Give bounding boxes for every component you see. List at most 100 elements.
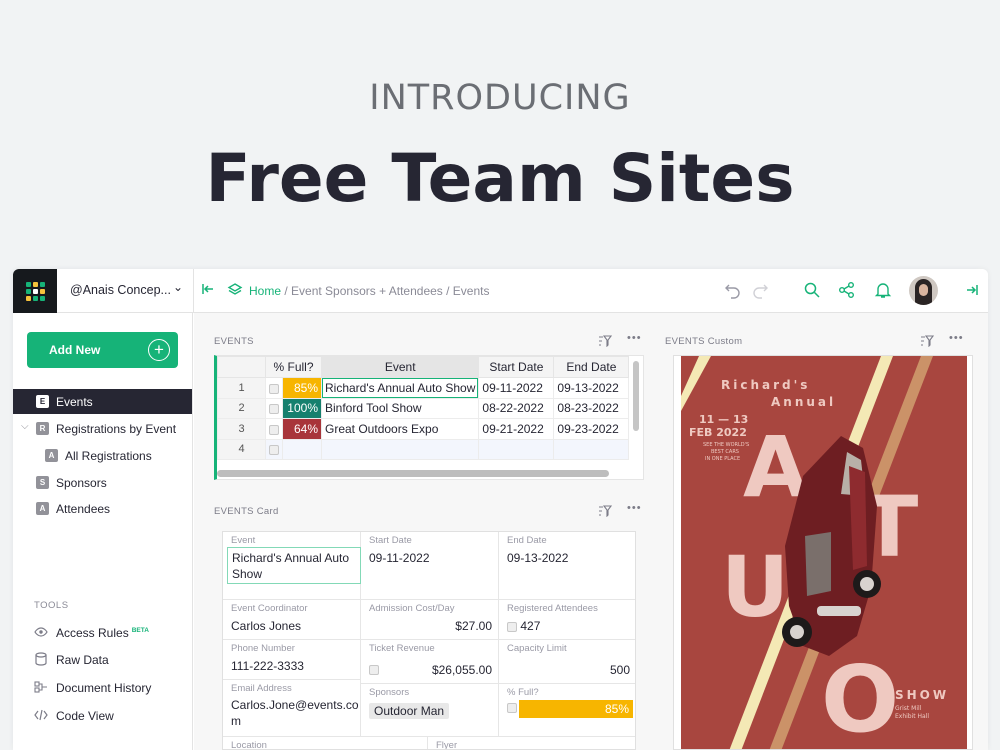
- sort-filter-icon[interactable]: [920, 335, 935, 350]
- page-badge-icon: R: [36, 422, 49, 435]
- card-field-phone[interactable]: Phone Number 111-222-3333: [223, 640, 361, 680]
- percent-cell[interactable]: 64%: [282, 418, 322, 440]
- card-field-registered[interactable]: Registered Attendees 427: [499, 600, 635, 640]
- field-value[interactable]: 09-13-2022: [507, 551, 568, 565]
- card-field-start-date[interactable]: Start Date 09-11-2022: [361, 532, 499, 600]
- page-badge-icon: E: [36, 395, 49, 408]
- column-header[interactable]: Event: [320, 356, 480, 378]
- table-row[interactable]: 1 85% Richard's Annual Auto Show 09-11-2…: [217, 377, 630, 399]
- field-value[interactable]: $26,055.00: [432, 663, 492, 677]
- history-icon: [34, 680, 48, 697]
- events-grid[interactable]: % Full? Event Start Date End Date 1 85% …: [214, 355, 644, 480]
- card-field-flyer[interactable]: Flyer: [428, 737, 635, 750]
- row-number: 2: [217, 397, 266, 419]
- horizontal-scrollbar[interactable]: [217, 470, 609, 477]
- event-cell[interactable]: Binford Tool Show: [320, 397, 480, 419]
- column-header[interactable]: % Full?: [265, 356, 322, 378]
- percent-cell[interactable]: [282, 438, 322, 460]
- end-date-cell[interactable]: 08-23-2022: [553, 397, 630, 419]
- field-value[interactable]: Carlos.Jone@events.co m: [231, 697, 359, 729]
- breadcrumb-path: / Event Sponsors + Attendees / Events: [281, 284, 490, 298]
- sort-filter-icon[interactable]: [598, 505, 613, 520]
- undo-icon[interactable]: [724, 281, 742, 304]
- card-field-sponsors[interactable]: Sponsors Outdoor Man: [361, 684, 499, 737]
- sidebar-item-sponsors[interactable]: S Sponsors: [13, 470, 192, 495]
- sort-filter-icon[interactable]: [598, 335, 613, 350]
- card-field-admission[interactable]: Admission Cost/Day $27.00: [361, 600, 499, 640]
- end-date-cell[interactable]: 09-23-2022: [553, 418, 630, 440]
- events-card: Event Richard's Annual Auto Show Start D…: [222, 531, 636, 750]
- column-header[interactable]: End Date: [553, 356, 630, 378]
- card-field-capacity[interactable]: Capacity Limit 500: [499, 640, 635, 684]
- field-label: Flyer: [436, 740, 458, 750]
- sidebar-item-all-registrations[interactable]: A All Registrations: [13, 443, 192, 468]
- field-value[interactable]: 427: [507, 619, 540, 633]
- end-date-cell[interactable]: [553, 438, 630, 460]
- checkbox[interactable]: [264, 438, 284, 460]
- card-field-coordinator[interactable]: Event Coordinator Carlos Jones: [223, 600, 361, 640]
- event-cell[interactable]: Great Outdoors Expo: [320, 418, 480, 440]
- field-value[interactable]: 111-222-3333: [231, 659, 304, 673]
- search-icon[interactable]: [803, 281, 821, 304]
- breadcrumb-home[interactable]: Home: [249, 284, 281, 298]
- bell-icon[interactable]: [874, 281, 892, 304]
- sidebar-item-registrations-by-event[interactable]: ⌵ R Registrations by Event: [13, 416, 192, 441]
- page-badge-icon: A: [45, 449, 58, 462]
- field-label: End Date: [507, 535, 547, 546]
- org-name[interactable]: @Anais Concep...: [70, 283, 171, 297]
- sidebar-item-events[interactable]: E Events: [13, 389, 192, 414]
- poster-line2: Annual: [771, 395, 836, 409]
- card-field-percent-full[interactable]: % Full? 85%: [499, 684, 635, 737]
- more-options-icon[interactable]: •••: [949, 332, 964, 344]
- card-field-revenue[interactable]: Ticket Revenue $26,055.00: [361, 640, 499, 684]
- table-row[interactable]: 3 64% Great Outdoors Expo 09-21-2022 09-…: [217, 418, 630, 440]
- field-label: Sponsors: [369, 687, 410, 698]
- chevron-down-icon[interactable]: ⌄: [173, 280, 183, 294]
- poster-letter-u: U: [721, 538, 789, 636]
- percent-cell[interactable]: 85%: [282, 377, 322, 399]
- checkbox[interactable]: [507, 621, 517, 632]
- end-date-cell[interactable]: 09-13-2022: [553, 377, 630, 399]
- table-row[interactable]: 4: [217, 438, 630, 460]
- start-date-cell[interactable]: 08-22-2022: [478, 397, 555, 419]
- field-value[interactable]: $27.00: [455, 619, 492, 633]
- event-cell[interactable]: [320, 438, 480, 460]
- field-value[interactable]: Carlos Jones: [231, 619, 301, 633]
- percent-full-bar[interactable]: 85%: [519, 700, 633, 718]
- avatar[interactable]: [909, 276, 938, 305]
- checkbox[interactable]: [264, 418, 284, 440]
- vertical-scrollbar[interactable]: [633, 361, 639, 431]
- tools-heading: TOOLS: [34, 600, 69, 611]
- column-header[interactable]: Start Date: [478, 356, 555, 378]
- field-value[interactable]: 09-11-2022: [369, 551, 430, 565]
- card-field-email[interactable]: Email Address Carlos.Jone@events.co m: [223, 680, 361, 737]
- chevron-down-icon[interactable]: ⌵: [21, 421, 29, 432]
- add-new-button[interactable]: Add New +: [27, 332, 178, 368]
- start-date-cell[interactable]: 09-21-2022: [478, 418, 555, 440]
- collapse-left-panel-icon[interactable]: [201, 282, 215, 299]
- checkbox[interactable]: [264, 397, 284, 419]
- start-date-cell[interactable]: [478, 438, 555, 460]
- table-row[interactable]: 2 100% Binford Tool Show 08-22-2022 08-2…: [217, 397, 630, 419]
- checkbox[interactable]: [264, 377, 284, 399]
- checkbox[interactable]: [369, 665, 379, 675]
- start-date-cell[interactable]: 09-11-2022: [478, 377, 555, 399]
- card-field-end-date[interactable]: End Date 09-13-2022: [499, 532, 635, 600]
- sponsor-chip[interactable]: Outdoor Man: [369, 703, 450, 719]
- redo-icon[interactable]: [751, 281, 769, 304]
- more-options-icon[interactable]: •••: [627, 332, 642, 344]
- event-cell[interactable]: Richard's Annual Auto Show: [320, 377, 480, 399]
- percent-cell[interactable]: 100%: [282, 397, 322, 419]
- sidebar-item-attendees[interactable]: A Attendees: [13, 496, 192, 521]
- card-field-event[interactable]: Event Richard's Annual Auto Show: [223, 532, 361, 600]
- grist-logo[interactable]: [13, 269, 57, 313]
- checkbox[interactable]: [507, 703, 517, 713]
- collapse-right-panel-icon[interactable]: [965, 283, 979, 302]
- share-icon[interactable]: [838, 281, 856, 304]
- field-value[interactable]: 500: [610, 663, 630, 677]
- more-options-icon[interactable]: •••: [627, 502, 642, 514]
- field-value[interactable]: Richard's Annual Auto Show: [227, 547, 361, 584]
- poster-month: FEB 2022: [689, 426, 747, 439]
- card-field-location[interactable]: Location: [223, 737, 428, 749]
- plus-icon: +: [148, 339, 170, 361]
